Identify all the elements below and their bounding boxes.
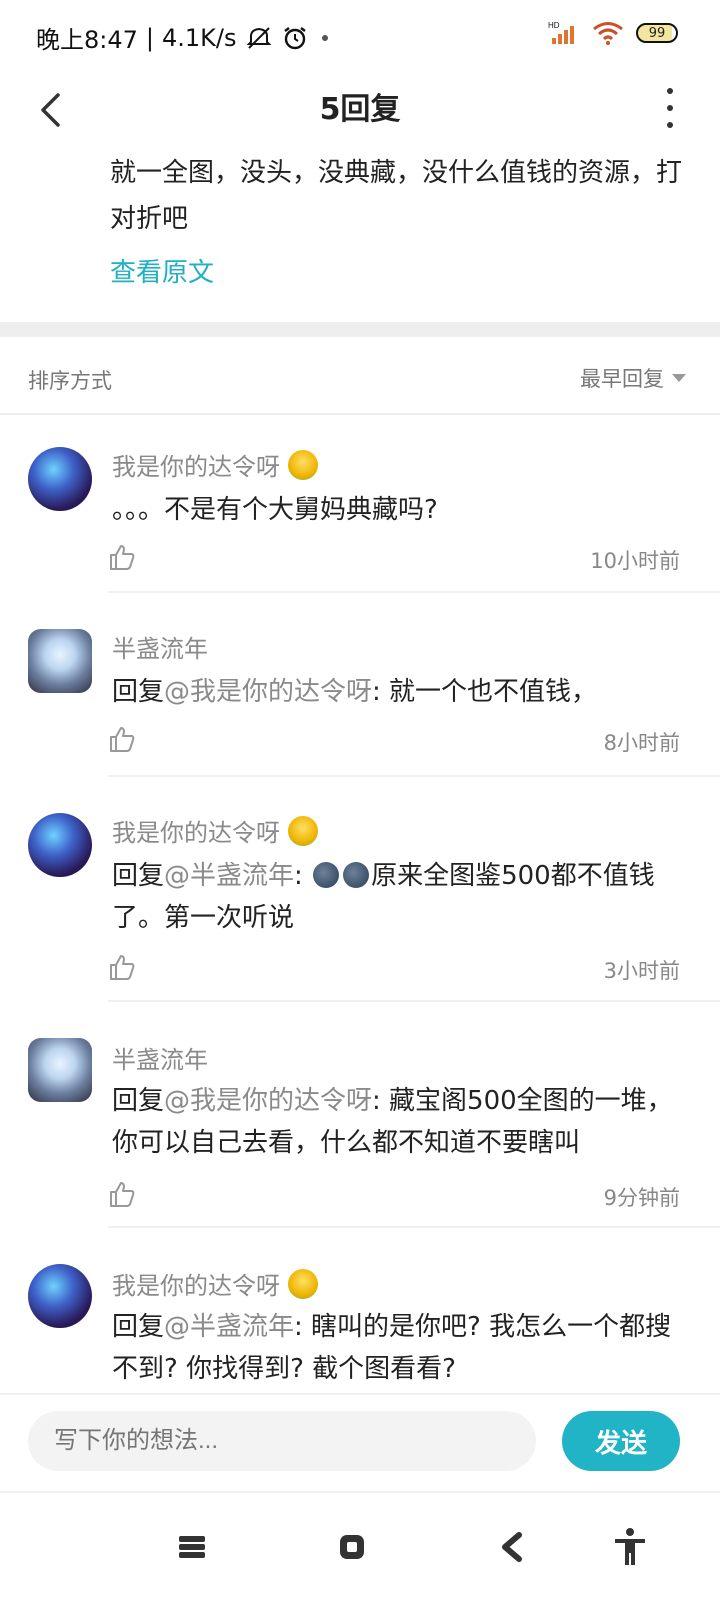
comment-username[interactable]: 我是你的达令呀 <box>112 447 318 482</box>
comment-separator <box>108 591 720 593</box>
comment-username[interactable]: 我是你的达令呀 <box>112 813 318 848</box>
alarm-icon <box>283 26 306 49</box>
reply-input-bar: 发送 <box>0 1393 720 1493</box>
avatar[interactable] <box>28 1264 92 1328</box>
page-title: 5回复 <box>319 92 401 127</box>
username-text: 我是你的达令呀 <box>112 819 280 847</box>
back-icon <box>502 1532 522 1562</box>
reply-prefix: 回复 <box>112 861 165 891</box>
mention-link[interactable]: @我是你的达令呀 <box>164 677 372 707</box>
top-app-bar: 5回复 <box>0 70 720 156</box>
avatar[interactable] <box>28 813 92 877</box>
more-options-button[interactable] <box>660 88 680 128</box>
sort-dropdown[interactable]: 最早回复 <box>580 363 686 393</box>
more-dot <box>667 105 673 111</box>
comment-item: 半盏流年 回复@我是你的达令呀: 就一个也不值钱， 8小时前 <box>0 595 720 777</box>
mention-link[interactable]: @半盏流年 <box>164 861 294 891</box>
battery-indicator: 99 <box>636 23 678 43</box>
svg-text:HD: HD <box>548 21 560 30</box>
user-badge-icon <box>288 815 318 846</box>
comment-item: 我是你的达令呀 。。。不是有个大舅妈典藏吗? 10小时前 <box>0 415 720 595</box>
view-original-link[interactable]: 查看原文 <box>110 252 214 289</box>
screen: 晚上8:47 | 4.1K/s HD 99 5回复 就一全图，没头，没典藏，没什… <box>0 0 720 1600</box>
system-nav-bar <box>0 1495 720 1600</box>
sort-row: 排序方式 最早回复 <box>0 337 720 415</box>
original-post-text: 就一全图，没头，没典藏，没什么值钱的资源，打对折吧 <box>110 158 683 234</box>
chevron-down-icon <box>672 374 686 382</box>
comment-item: 我是你的达令呀 回复@半盏流年: 瞎叫的是你吧? 我怎么一个都搜不到? 你找得到… <box>0 1228 720 1393</box>
comment-text: 回复@我是你的达令呀: 藏宝阁500全图的一堆，你可以自己去看，什么都不知道不要… <box>112 1080 680 1164</box>
status-left: 晚上8:47 | 4.1K/s <box>36 20 333 55</box>
menu-icon <box>179 1536 205 1558</box>
avatar[interactable] <box>28 629 92 693</box>
thumbs-up-icon[interactable] <box>108 725 136 753</box>
reply-prefix: 回复 <box>112 1086 165 1116</box>
comment-username[interactable]: 半盏流年 <box>112 629 208 664</box>
send-button[interactable]: 发送 <box>562 1411 680 1471</box>
comment-time: 3小时前 <box>603 959 680 983</box>
wifi-icon <box>593 22 623 45</box>
original-post: 就一全图，没头，没典藏，没什么值钱的资源，打对折吧 查看原文 <box>0 150 720 322</box>
comment-time: 9分钟前 <box>603 1186 680 1210</box>
comment-text: 回复@半盏流年: 瞎叫的是你吧? 我怎么一个都搜不到? 你找得到? 截个图看看? <box>112 1306 680 1390</box>
recent-apps-button[interactable] <box>170 1525 214 1569</box>
sort-value: 最早回复 <box>580 367 664 391</box>
mute-icon <box>246 26 271 49</box>
reply-prefix: 回复 <box>112 677 165 707</box>
moon-face-icon <box>313 862 340 888</box>
comment-text: 回复@半盏流年: 原来全图鉴500都不值钱了。第一次听说 <box>112 855 680 939</box>
reply-prefix: 回复 <box>112 1312 165 1342</box>
thumbs-up-icon[interactable] <box>108 953 136 981</box>
comment-username[interactable]: 我是你的达令呀 <box>112 1266 318 1301</box>
status-time: 晚上8:47 <box>36 26 138 54</box>
comment-username[interactable]: 半盏流年 <box>112 1040 208 1075</box>
reply-input[interactable] <box>28 1411 536 1471</box>
comment-text: 。。。不是有个大舅妈典藏吗? <box>112 495 438 525</box>
home-icon <box>340 1535 364 1559</box>
comment-item: 半盏流年 回复@我是你的达令呀: 藏宝阁500全图的一堆，你可以自己去看，什么都… <box>0 1002 720 1228</box>
comment-item: 我是你的达令呀 回复@半盏流年: 原来全图鉴500都不值钱了。第一次听说 3小时… <box>0 777 720 1002</box>
status-bar: 晚上8:47 | 4.1K/s HD 99 <box>0 0 720 70</box>
thumbs-up-icon[interactable] <box>108 543 136 571</box>
mention-link[interactable]: @我是你的达令呀 <box>164 1086 372 1116</box>
status-net-speed: 4.1K/s <box>162 23 237 52</box>
signal-icon: HD <box>548 21 574 44</box>
status-separator: | <box>145 23 154 52</box>
mention-link[interactable]: @半盏流年 <box>164 1312 294 1342</box>
more-vertical-icon <box>667 88 673 94</box>
username-text: 半盏流年 <box>112 635 208 663</box>
home-button[interactable] <box>330 1525 374 1569</box>
username-text: 半盏流年 <box>112 1046 208 1074</box>
accessibility-button[interactable] <box>608 1525 652 1569</box>
accessibility-icon <box>615 1528 645 1565</box>
avatar[interactable] <box>28 447 92 511</box>
reply-colon: : <box>294 861 312 891</box>
status-right: HD 99 <box>548 20 678 46</box>
comment-time: 8小时前 <box>603 731 680 755</box>
username-text: 我是你的达令呀 <box>112 453 280 481</box>
thumbs-up-icon[interactable] <box>108 1180 136 1208</box>
comment-body: : 就一个也不值钱， <box>372 677 598 707</box>
comment-time: 10小时前 <box>590 549 680 573</box>
moon-face-icon <box>343 862 370 888</box>
avatar[interactable] <box>28 1038 92 1102</box>
user-badge-icon <box>288 1268 318 1299</box>
comment-text: 回复@我是你的达令呀: 就一个也不值钱， <box>112 671 680 713</box>
user-badge-icon <box>288 449 318 480</box>
system-back-button[interactable] <box>490 1525 534 1569</box>
sort-label: 排序方式 <box>28 369 112 393</box>
username-text: 我是你的达令呀 <box>112 1272 280 1300</box>
notification-icon <box>321 34 328 41</box>
section-divider <box>0 322 720 337</box>
more-dot <box>667 122 673 128</box>
